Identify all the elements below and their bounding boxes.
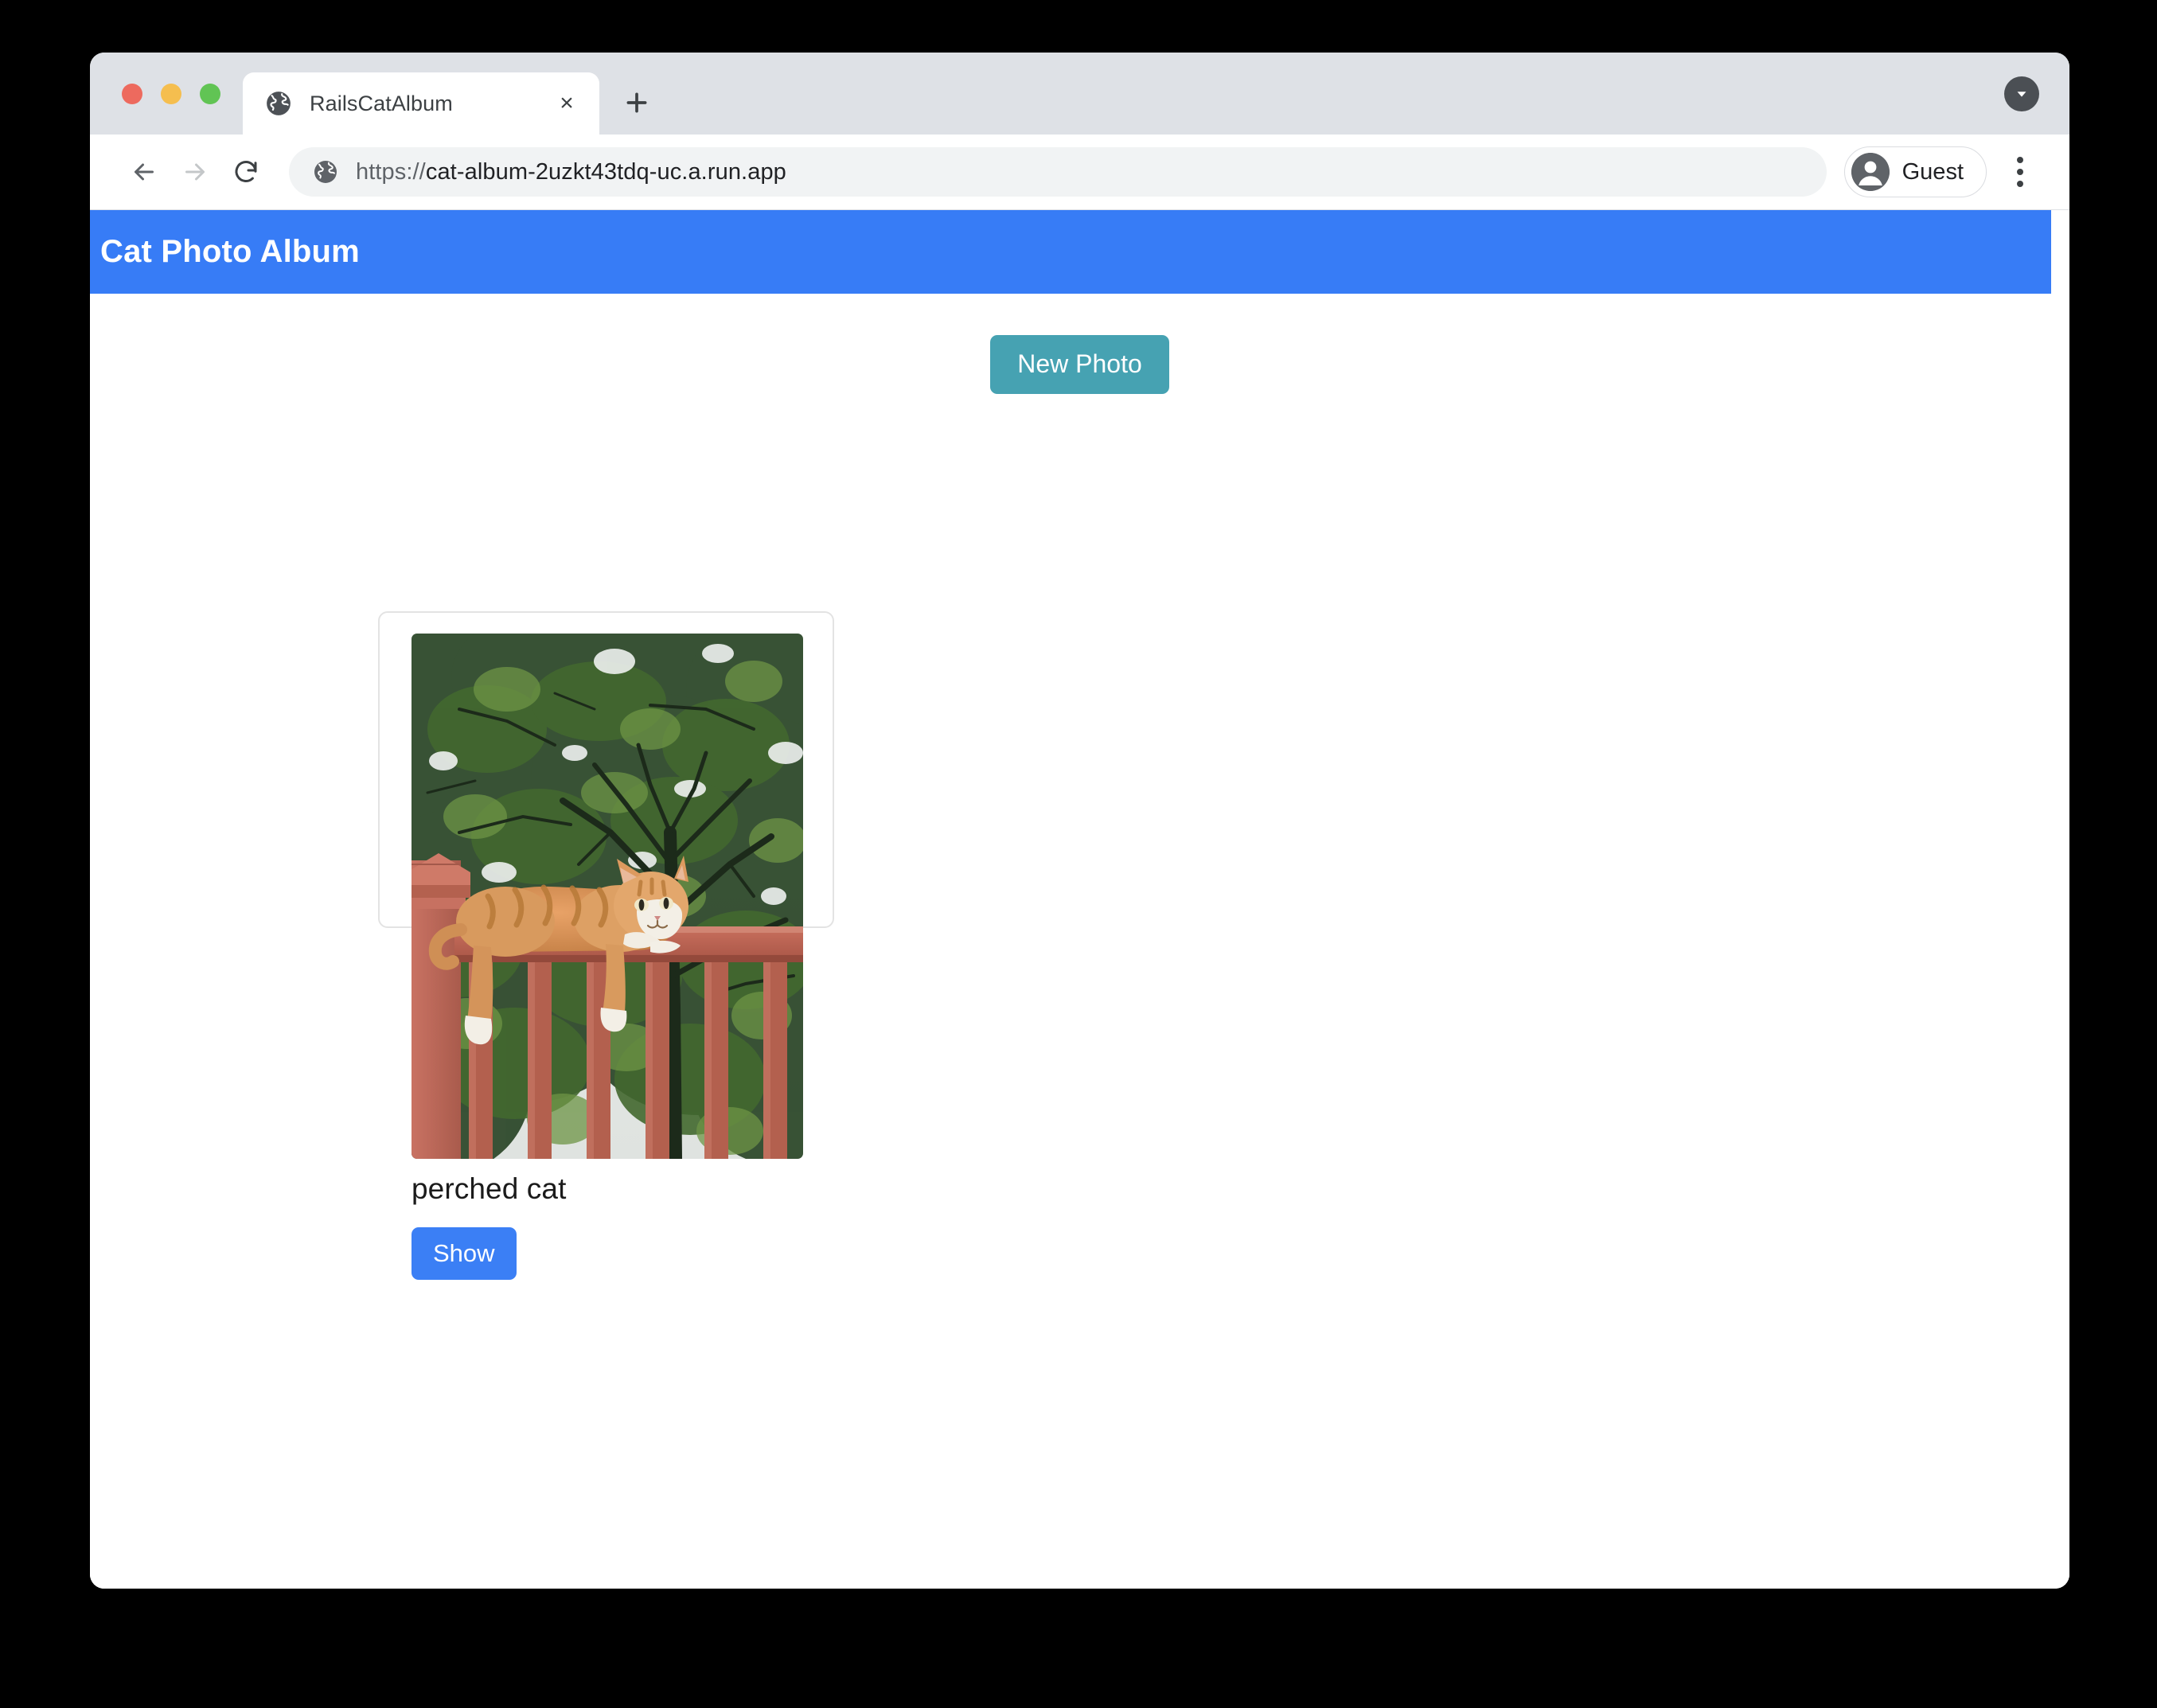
person-avatar-icon <box>1851 153 1890 191</box>
back-button[interactable] <box>119 146 170 197</box>
page-title: Cat Photo Album <box>100 234 360 269</box>
new-tab-button[interactable] <box>612 78 661 127</box>
address-bar[interactable]: https://cat-album-2uzkt43tdq-uc.a.run.ap… <box>289 147 1827 197</box>
url-host: cat-album-2uzkt43tdq-uc.a.run.app <box>425 158 786 185</box>
globe-icon <box>265 90 292 117</box>
profile-button[interactable]: Guest <box>1843 146 1987 197</box>
tab-title: RailsCatAlbum <box>310 91 453 115</box>
page-body: New Photo perched cat Show <box>90 294 2069 1589</box>
show-button[interactable]: Show <box>412 1226 517 1281</box>
download-chevron-icon[interactable] <box>2004 76 2039 111</box>
forward-button[interactable] <box>170 146 220 197</box>
plus-icon <box>626 92 647 113</box>
maximize-window-button[interactable] <box>200 83 220 104</box>
new-photo-button-row: New Photo <box>90 294 2069 394</box>
photo-card: perched cat Show <box>378 611 834 1281</box>
close-window-button[interactable] <box>122 83 142 104</box>
close-icon[interactable]: × <box>552 88 582 119</box>
cat-photo[interactable] <box>412 634 803 1159</box>
reload-icon <box>235 161 257 183</box>
profile-name: Guest <box>1902 158 1964 185</box>
app-header: Cat Photo Album <box>90 210 2051 294</box>
browser-toolbar: https://cat-album-2uzkt43tdq-uc.a.run.ap… <box>90 135 2069 210</box>
photo-caption: perched cat <box>412 1172 567 1205</box>
tab-strip: RailsCatAlbum × <box>90 53 2069 135</box>
address-bar-text: https://cat-album-2uzkt43tdq-uc.a.run.ap… <box>356 159 786 185</box>
reload-button[interactable] <box>220 146 271 197</box>
browser-window: RailsCatAlbum × https://cat-album-2uzkt4… <box>90 53 2069 1589</box>
window-traffic-lights <box>90 53 236 135</box>
three-dot-menu-icon[interactable] <box>1998 148 2042 196</box>
new-photo-button[interactable]: New Photo <box>990 335 1169 394</box>
forward-arrow-icon <box>185 163 205 181</box>
back-arrow-icon <box>135 163 154 181</box>
url-scheme: https:// <box>356 158 426 185</box>
minimize-window-button[interactable] <box>161 83 181 104</box>
menu-dot <box>2017 169 2023 175</box>
menu-dot <box>2017 181 2023 187</box>
tabstrip-right-controls <box>2004 53 2069 135</box>
globe-icon <box>313 159 338 185</box>
page-viewport: Cat Photo Album New Photo perched cat Sh… <box>90 210 2069 1589</box>
browser-tab[interactable]: RailsCatAlbum × <box>243 72 599 135</box>
menu-dot <box>2017 157 2023 163</box>
